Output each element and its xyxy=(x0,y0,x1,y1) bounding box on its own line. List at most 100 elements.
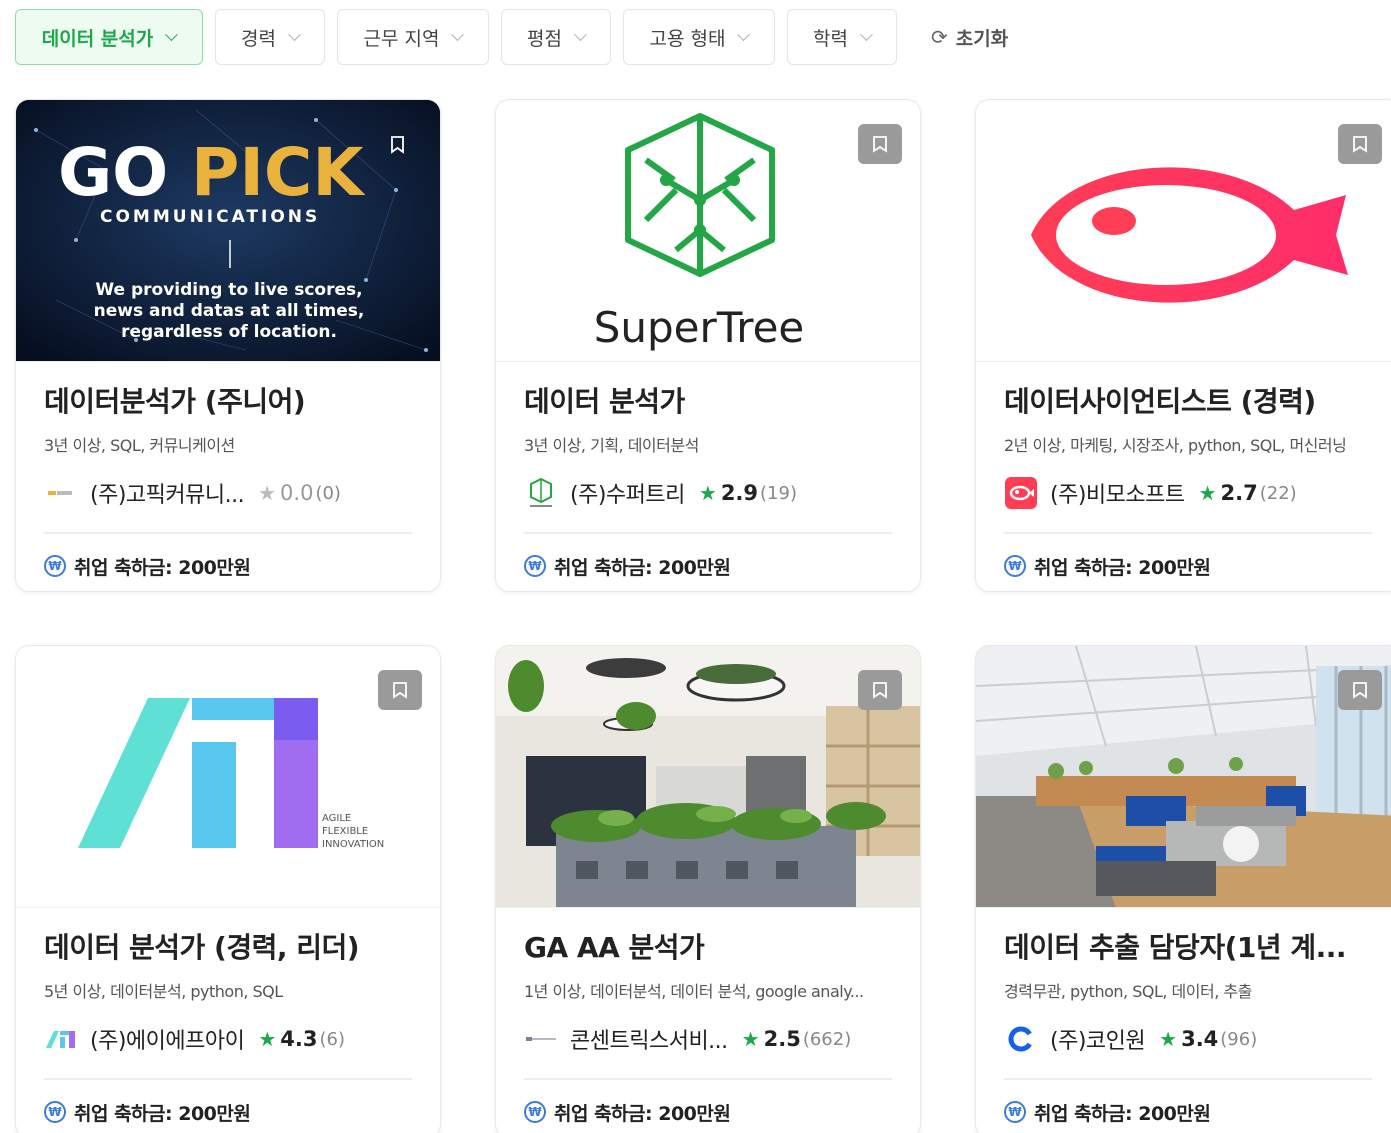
filter-rating[interactable]: 평점 xyxy=(501,9,611,65)
review-count: (19) xyxy=(760,482,797,504)
company-row: (주)비모소프트 ★ 2.7 (22) xyxy=(1004,476,1372,510)
company-name[interactable]: 콘센트릭스서비... xyxy=(570,1023,728,1055)
bookmark-icon xyxy=(1353,682,1367,699)
job-card[interactable]: 데이터 추출 담당자(1년 계... 경력무관, python, SQL, 데이… xyxy=(975,645,1391,1133)
vimo-fish-logo-image xyxy=(1031,167,1348,303)
reset-label: 초기화 xyxy=(955,27,1009,50)
reset-filters-button[interactable]: ⟳ 초기화 xyxy=(931,24,1008,51)
bookmark-button[interactable] xyxy=(858,670,902,710)
company-logo xyxy=(1004,1023,1038,1055)
afi-tag-2: FLEXIBLE xyxy=(322,826,368,837)
chevron-down-icon xyxy=(574,27,587,41)
bookmark-button[interactable] xyxy=(858,124,902,164)
star-icon: ★ xyxy=(698,481,717,505)
chevron-down-icon xyxy=(860,27,873,41)
won-icon: ₩ xyxy=(44,555,66,577)
review-count: (662) xyxy=(802,1028,852,1050)
bonus-text: 취업 축하금: 200만원 xyxy=(74,1102,251,1125)
review-count: (96) xyxy=(1220,1028,1258,1050)
job-card[interactable]: GA AA 분석가 1년 이상, 데이터분석, 데이터 분석, google a… xyxy=(495,645,921,1133)
office-photo-image xyxy=(976,646,1391,907)
bookmark-icon xyxy=(393,682,407,699)
rating-value: 2.5 xyxy=(763,1027,801,1051)
gopick-banner-image: GO PICK COMMUNICATIONS We providing to l… xyxy=(16,100,440,361)
bonus-text: 취업 축하금: 200만원 xyxy=(1034,556,1211,579)
job-title: 데이터 분석가 xyxy=(524,385,685,418)
bonus-text: 취업 축하금: 200만원 xyxy=(74,556,251,579)
star-icon: ★ xyxy=(258,481,277,505)
star-icon: ★ xyxy=(741,1027,760,1051)
job-card[interactable]: AGILE FLEXIBLE INNOVATION 데이터 분석가 (경력, 리… xyxy=(15,645,441,1133)
review-count: (22) xyxy=(1259,482,1297,504)
company-logo xyxy=(524,477,558,509)
afi-tag-3: INNOVATION xyxy=(322,839,384,850)
job-tags: 3년 이상, SQL, 커뮤니케이션 xyxy=(44,436,235,455)
filter-job-category[interactable]: 데이터 분석가 xyxy=(15,9,203,65)
star-icon: ★ xyxy=(1198,481,1217,505)
bookmark-icon xyxy=(873,682,887,699)
rating-value: 0.0 xyxy=(280,481,314,505)
rating-value: 2.9 xyxy=(720,481,759,505)
job-tags: 1년 이상, 데이터분석, 데이터 분석, google analy... xyxy=(524,982,864,1001)
bonus-text: 취업 축하금: 200만원 xyxy=(554,1102,731,1125)
won-icon: ₩ xyxy=(44,1101,66,1123)
company-row: (주)수퍼트리 ★ 2.9 (19) xyxy=(524,476,892,510)
divider xyxy=(524,532,892,534)
job-card[interactable]: SuperTree 데이터 분석가 3년 이상, 기획, 데이터분석 (주)수퍼… xyxy=(495,99,921,592)
company-row: 콘센트릭스서비... ★ 2.5 (662) xyxy=(524,1022,892,1056)
job-card[interactable]: GO PICK COMMUNICATIONS We providing to l… xyxy=(15,99,441,592)
bookmark-button[interactable] xyxy=(378,670,422,710)
company-name[interactable]: (주)고픽커뮤니... xyxy=(90,477,245,509)
filter-label: 고용 형태 xyxy=(649,27,726,50)
bonus-row: ₩ 취업 축하금: 200만원 xyxy=(44,553,412,580)
divider xyxy=(44,1078,412,1080)
gopick-go-text: GO xyxy=(58,134,168,211)
company-thumbnail: GO PICK COMMUNICATIONS We providing to l… xyxy=(16,100,440,362)
divider xyxy=(1004,1078,1372,1080)
company-name[interactable]: (주)비모소프트 xyxy=(1050,477,1185,509)
job-tags: 5년 이상, 데이터분석, python, SQL xyxy=(44,982,283,1001)
filter-experience[interactable]: 경력 xyxy=(215,9,325,65)
job-tags: 경력무관, python, SQL, 데이터, 추출 xyxy=(1004,982,1252,1001)
bookmark-button[interactable] xyxy=(1338,670,1382,710)
rating-value: 4.3 xyxy=(280,1027,318,1051)
job-card[interactable]: 데이터사이언티스트 (경력) 2년 이상, 마케팅, 시장조사, python,… xyxy=(975,99,1391,592)
bookmark-icon xyxy=(873,136,887,153)
bookmark-icon xyxy=(1353,136,1367,153)
rating-value: 3.4 xyxy=(1181,1027,1219,1051)
won-icon: ₩ xyxy=(1004,1101,1026,1123)
filter-label: 학력 xyxy=(813,27,848,50)
bookmark-button[interactable] xyxy=(1338,124,1382,164)
company-name[interactable]: (주)수퍼트리 xyxy=(570,477,685,509)
company-logo xyxy=(1004,477,1038,509)
rating-value: 2.7 xyxy=(1220,481,1258,505)
company-thumbnail xyxy=(976,100,1391,362)
afi-tag-1: AGILE xyxy=(322,813,351,824)
won-icon: ₩ xyxy=(524,555,546,577)
bonus-text: 취업 축하금: 200만원 xyxy=(1034,1102,1211,1125)
company-name[interactable]: (주)코인원 xyxy=(1050,1023,1146,1055)
filter-employment-type[interactable]: 고용 형태 xyxy=(623,9,775,65)
chevron-down-icon xyxy=(451,27,465,41)
bonus-row: ₩ 취업 축하금: 200만원 xyxy=(524,553,892,580)
company-logo xyxy=(524,1023,558,1055)
filter-location[interactable]: 근무 지역 xyxy=(337,9,489,65)
job-title: 데이터 추출 담당자(1년 계... xyxy=(1004,931,1347,964)
supertree-name: SuperTree xyxy=(594,303,805,352)
gopick-line1: We providing to live scores, xyxy=(95,280,362,300)
company-thumbnail: SuperTree xyxy=(496,100,920,362)
job-tags: 3년 이상, 기획, 데이터분석 xyxy=(524,436,699,455)
company-name[interactable]: (주)에이에프아이 xyxy=(90,1023,245,1055)
company-logo xyxy=(44,1023,78,1055)
divider xyxy=(1004,532,1372,534)
divider xyxy=(524,1078,892,1080)
filter-label: 경력 xyxy=(241,27,276,50)
chevron-down-icon xyxy=(288,27,301,41)
filter-education[interactable]: 학력 xyxy=(787,9,897,65)
afi-logo-image: AGILE FLEXIBLE INNOVATION xyxy=(78,698,384,850)
company-thumbnail xyxy=(976,646,1391,908)
job-title: 데이터분석가 (주니어) xyxy=(44,385,306,418)
company-row: (주)에이에프아이 ★ 4.3 (6) xyxy=(44,1022,412,1056)
job-title: 데이터사이언티스트 (경력) xyxy=(1004,385,1316,418)
company-row: (주)코인원 ★ 3.4 (96) xyxy=(1004,1022,1372,1056)
